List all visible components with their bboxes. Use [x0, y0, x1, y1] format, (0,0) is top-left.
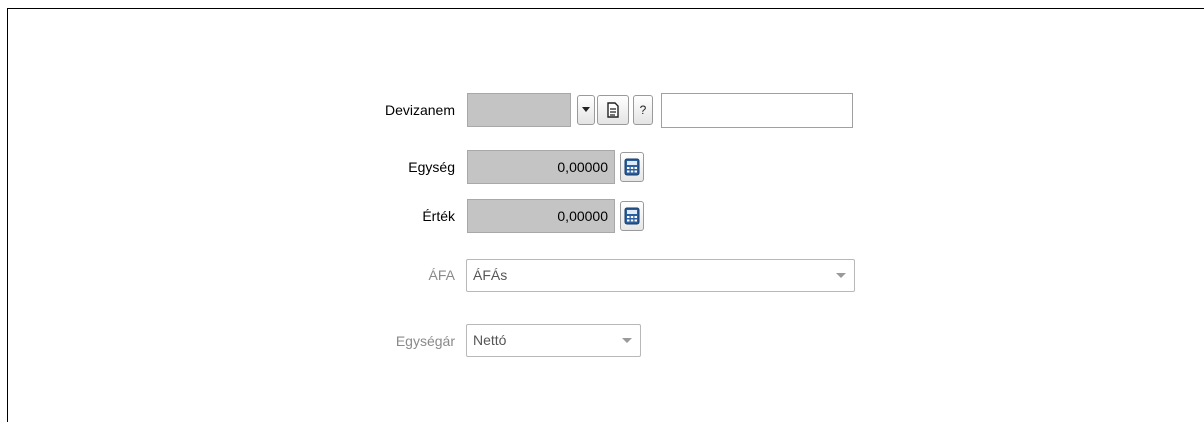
egysegar-label: Egységár — [395, 333, 455, 349]
devizanem-field[interactable] — [467, 93, 571, 127]
devizanem-help-button[interactable]: ? — [633, 95, 653, 125]
afa-select[interactable]: ÁFÁs — [466, 259, 855, 292]
egysegar-selected-value: Nettó — [473, 332, 507, 348]
calculator-icon — [624, 158, 640, 176]
egyseg-calculator-button[interactable] — [620, 152, 644, 182]
chevron-down-icon — [582, 107, 590, 112]
chevron-down-icon — [622, 338, 632, 343]
afa-selected-value: ÁFÁs — [473, 267, 508, 283]
ertek-label: Érték — [422, 208, 455, 224]
egysegar-select[interactable]: Nettó — [466, 324, 641, 357]
devizanem-label: Devizanem — [384, 102, 455, 118]
afa-label: ÁFA — [428, 267, 455, 283]
devizanem-text-field[interactable] — [661, 93, 853, 128]
devizanem-dropdown-button[interactable] — [577, 95, 595, 125]
ertek-calculator-button[interactable] — [620, 201, 644, 231]
ertek-field[interactable]: 0,00000 — [467, 199, 615, 233]
calculator-icon — [624, 207, 640, 225]
document-icon — [607, 102, 619, 118]
question-icon: ? — [639, 103, 647, 117]
egyseg-label: Egység — [408, 159, 455, 175]
chevron-down-icon — [836, 273, 846, 278]
egyseg-field[interactable]: 0,00000 — [467, 150, 615, 184]
devizanem-open-button[interactable] — [597, 95, 629, 125]
